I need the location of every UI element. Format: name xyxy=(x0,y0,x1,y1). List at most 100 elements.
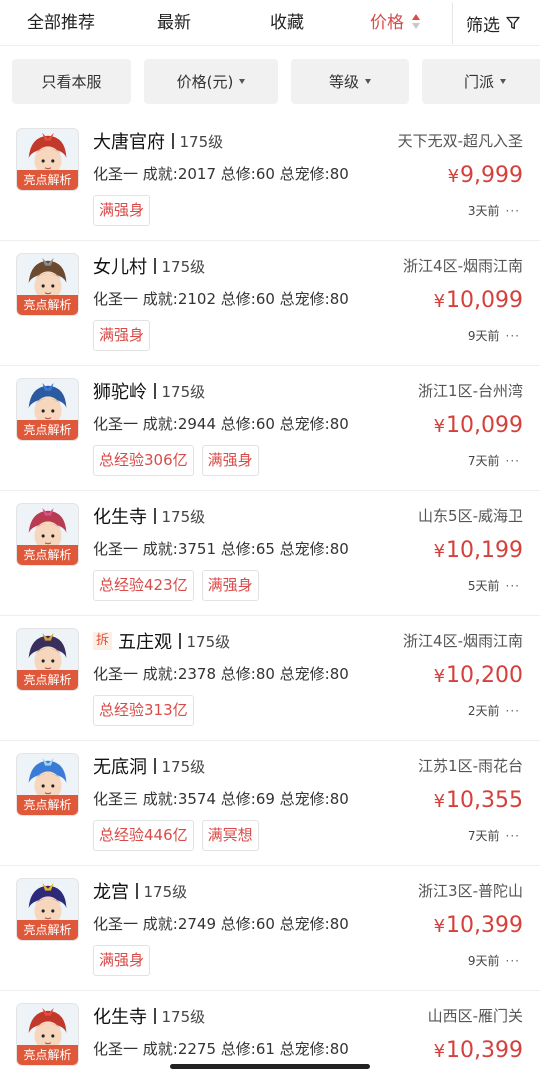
attribute-tag: 总经验306亿 xyxy=(93,445,194,476)
title-separator xyxy=(154,508,156,524)
character-level: 175级 xyxy=(186,632,231,651)
currency-symbol: ¥ xyxy=(433,291,446,312)
price-value: 10,399 xyxy=(446,913,523,938)
title-separator xyxy=(154,383,156,399)
sort-tab-recommend[interactable]: 全部推荐 xyxy=(27,10,95,36)
character-stats: 化圣一 成就:2275 总修:61 总宠修:80 xyxy=(93,1040,349,1058)
more-icon[interactable]: ··· xyxy=(506,954,520,968)
split-badge: 拆 xyxy=(93,632,113,650)
time-label: 7天前 xyxy=(467,829,500,843)
server-name: 浙江3区-普陀山 xyxy=(418,882,523,900)
server-name: 山西区-雁门关 xyxy=(427,1007,523,1025)
home-indicator xyxy=(170,1064,370,1069)
server-name: 浙江1区-台州湾 xyxy=(418,382,523,400)
chip-same-server[interactable]: 只看本服 xyxy=(12,59,131,104)
sect-name: 化生寺 xyxy=(93,1007,147,1028)
chip-sect[interactable]: 门派 xyxy=(422,59,540,104)
attribute-tags: 总经验306亿 满强身 xyxy=(93,445,259,476)
title-separator xyxy=(172,133,174,149)
filter-button[interactable]: 筛选 xyxy=(466,10,520,36)
listing-price: ¥10,399 xyxy=(434,1038,523,1063)
listing-title: 化生寺 175级 xyxy=(93,1003,205,1029)
sort-tab-favorites[interactable]: 收藏 xyxy=(270,10,304,36)
caret-down-icon xyxy=(500,79,506,84)
title-separator xyxy=(154,258,156,274)
chip-label: 只看本服 xyxy=(41,73,102,91)
sort-tab-latest[interactable]: 最新 xyxy=(157,10,191,36)
server-name: 江苏1区-雨花台 xyxy=(418,757,523,775)
more-icon[interactable]: ··· xyxy=(506,329,520,343)
sect-name: 无底洞 xyxy=(93,757,147,778)
sort-direction-icon[interactable] xyxy=(412,14,422,32)
chip-label: 等级 xyxy=(328,73,359,91)
sect-name: 龙宫 xyxy=(93,882,129,903)
sort-bar: 全部推荐 最新 收藏 价格 筛选 xyxy=(0,0,540,46)
character-avatar[interactable]: 亮点解析 xyxy=(16,753,79,816)
listing-time: 9天前 ··· xyxy=(468,327,520,344)
highlight-analysis-tag[interactable]: 亮点解析 xyxy=(17,295,78,315)
price-value: 10,355 xyxy=(446,788,523,813)
highlight-analysis-tag[interactable]: 亮点解析 xyxy=(17,795,78,815)
currency-symbol: ¥ xyxy=(433,416,446,437)
funnel-icon xyxy=(506,16,520,30)
more-icon[interactable]: ··· xyxy=(506,704,520,718)
character-avatar[interactable]: 亮点解析 xyxy=(16,503,79,566)
currency-symbol: ¥ xyxy=(433,791,446,812)
listing-title: 化生寺 175级 xyxy=(93,503,205,529)
character-level: 175级 xyxy=(179,132,224,151)
character-stats: 化圣一 成就:2102 总修:60 总宠修:80 xyxy=(93,290,349,308)
character-stats: 化圣三 成就:3574 总修:69 总宠修:80 xyxy=(93,790,349,808)
currency-symbol: ¥ xyxy=(433,1041,446,1062)
listing-price: ¥9,999 xyxy=(448,163,523,188)
listing-time: 9天前 ··· xyxy=(468,952,520,969)
character-level: 175级 xyxy=(161,757,206,776)
listing-row[interactable]: 亮点解析 狮驼岭 175级 化圣一 成就:2944 总修:60 总宠修:80 总… xyxy=(0,366,540,491)
character-level: 175级 xyxy=(161,507,206,526)
price-value: 10,099 xyxy=(446,288,523,313)
highlight-analysis-tag[interactable]: 亮点解析 xyxy=(17,545,78,565)
listing-row[interactable]: 亮点解析 无底洞 175级 化圣三 成就:3574 总修:69 总宠修:80 总… xyxy=(0,741,540,866)
time-label: 3天前 xyxy=(467,204,500,218)
listing-row[interactable]: 亮点解析 龙宫 175级 化圣一 成就:2749 总修:60 总宠修:80 满强… xyxy=(0,866,540,991)
attribute-tag: 总经验423亿 xyxy=(93,570,194,601)
attribute-tag: 满强身 xyxy=(93,320,151,351)
highlight-analysis-tag[interactable]: 亮点解析 xyxy=(17,1045,78,1065)
listing-time: 7天前 ··· xyxy=(468,827,520,844)
listing-row[interactable]: 亮点解析 女儿村 175级 化圣一 成就:2102 总修:60 总宠修:80 满… xyxy=(0,241,540,366)
caret-down-icon xyxy=(239,79,246,84)
sect-name: 狮驼岭 xyxy=(93,382,147,403)
highlight-analysis-tag[interactable]: 亮点解析 xyxy=(17,670,78,690)
listing-price: ¥10,199 xyxy=(434,538,523,563)
more-icon[interactable]: ··· xyxy=(506,579,520,593)
character-avatar[interactable]: 亮点解析 xyxy=(16,1003,79,1066)
chip-level[interactable]: 等级 xyxy=(291,59,409,104)
highlight-analysis-tag[interactable]: 亮点解析 xyxy=(17,420,78,440)
highlight-analysis-tag[interactable]: 亮点解析 xyxy=(17,170,78,190)
price-value: 10,399 xyxy=(446,1038,523,1063)
listing-price: ¥10,099 xyxy=(434,288,523,313)
character-avatar[interactable]: 亮点解析 xyxy=(16,378,79,441)
character-stats: 化圣一 成就:2944 总修:60 总宠修:80 xyxy=(93,415,349,433)
sort-tab-price[interactable]: 价格 xyxy=(370,10,404,36)
chip-price[interactable]: 价格(元) xyxy=(144,59,278,104)
character-avatar[interactable]: 亮点解析 xyxy=(16,628,79,691)
listing-row[interactable]: 亮点解析 大唐官府 175级 化圣一 成就:2017 总修:60 总宠修:80 … xyxy=(0,116,540,241)
time-label: 7天前 xyxy=(467,454,500,468)
sect-name: 大唐官府 xyxy=(93,132,165,153)
character-avatar[interactable]: 亮点解析 xyxy=(16,878,79,941)
more-icon[interactable]: ··· xyxy=(506,454,520,468)
attribute-tag: 满强身 xyxy=(93,195,151,226)
listing-title: 龙宫 175级 xyxy=(93,878,187,904)
listing-title: 大唐官府 175级 xyxy=(93,128,223,154)
listing-row[interactable]: 亮点解析 拆 五庄观 175级 化圣一 成就:2378 总修:80 总宠修:80… xyxy=(0,616,540,741)
attribute-tags: 满强身 xyxy=(93,320,151,351)
more-icon[interactable]: ··· xyxy=(506,204,520,218)
more-icon[interactable]: ··· xyxy=(506,829,520,843)
character-avatar[interactable]: 亮点解析 xyxy=(16,253,79,316)
attribute-tags: 总经验313亿 xyxy=(93,695,194,726)
currency-symbol: ¥ xyxy=(433,541,446,562)
highlight-analysis-tag[interactable]: 亮点解析 xyxy=(17,920,78,940)
server-name: 浙江4区-烟雨江南 xyxy=(403,257,523,275)
listing-row[interactable]: 亮点解析 化生寺 175级 化圣一 成就:3751 总修:65 总宠修:80 总… xyxy=(0,491,540,616)
character-avatar[interactable]: 亮点解析 xyxy=(16,128,79,191)
